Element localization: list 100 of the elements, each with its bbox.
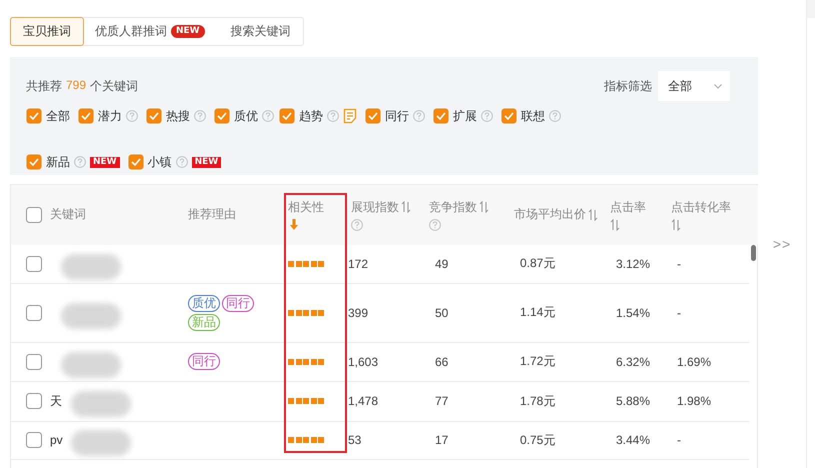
- table-cell: 1.98%: [677, 394, 712, 408]
- rating-square: [303, 398, 309, 404]
- checkbox[interactable]: [146, 108, 162, 124]
- help-icon[interactable]: [74, 156, 86, 168]
- rating-square: [310, 358, 316, 365]
- table-cell: 1,603: [348, 354, 378, 369]
- table-cell: -: [677, 433, 681, 448]
- rating-square: [296, 260, 302, 267]
- table-cell: 172: [348, 256, 368, 271]
- checkbox[interactable]: [433, 108, 449, 124]
- checkbox[interactable]: [26, 206, 42, 223]
- help-icon[interactable]: [413, 110, 425, 122]
- checkbox[interactable]: [26, 432, 42, 448]
- chevron-down-icon: [714, 84, 722, 89]
- reason-tag: 同行: [222, 294, 254, 312]
- rating-square: [310, 260, 316, 267]
- reason-tag: 同行: [188, 353, 220, 370]
- checkbox[interactable]: [501, 108, 517, 124]
- table-cell: 1.72元: [520, 353, 556, 370]
- table-cell: 77: [435, 394, 448, 408]
- table-cell: 66: [435, 354, 448, 369]
- rating-square: [288, 260, 294, 267]
- table-cell: -: [677, 256, 681, 271]
- checkbox[interactable]: [214, 108, 230, 124]
- rating-square: [288, 310, 294, 316]
- tab[interactable]: 优质人群推词 NEW: [82, 17, 218, 46]
- rating-square: [318, 310, 324, 316]
- tab[interactable]: 搜索关键词: [216, 17, 304, 46]
- table-cell: 3.44%: [616, 433, 650, 448]
- filter-label: 全部: [46, 108, 70, 125]
- rating-square: [318, 260, 324, 267]
- help-icon[interactable]: [327, 110, 339, 122]
- filter-label: 扩展: [453, 108, 477, 125]
- filter-label: 趋势: [299, 108, 323, 125]
- table-cell: 1,478: [348, 394, 378, 408]
- rating-square: [288, 437, 294, 444]
- filter-label: 热搜: [166, 108, 190, 125]
- column-header: 市场平均出价: [510, 184, 606, 245]
- new-badge: NEW: [192, 156, 222, 168]
- filter-label: 质优: [234, 108, 258, 125]
- column-header: 点击率: [606, 184, 667, 245]
- filter-label: 潜力: [98, 108, 122, 125]
- column-header: 推荐理由: [184, 184, 284, 245]
- checkbox[interactable]: [279, 108, 295, 124]
- checkbox[interactable]: [26, 154, 42, 170]
- reason-tag: 质优: [188, 294, 220, 312]
- checkbox[interactable]: [26, 393, 42, 410]
- sort-icon[interactable]: [588, 208, 598, 221]
- column-header: 关键词: [11, 184, 184, 245]
- checkbox[interactable]: [128, 154, 144, 170]
- filter-label: 新品: [46, 154, 70, 171]
- table-cell: 6.32%: [616, 354, 650, 369]
- sort-icon[interactable]: [610, 218, 620, 231]
- help-icon[interactable]: [549, 110, 561, 122]
- help-icon[interactable]: [429, 218, 441, 231]
- rating-square: [310, 437, 316, 444]
- column-header: 点击转化率: [667, 184, 749, 245]
- checkbox[interactable]: [26, 256, 42, 272]
- help-icon[interactable]: [176, 156, 188, 168]
- table-cell: 1.14元: [520, 304, 556, 322]
- sort-icon[interactable]: [479, 201, 489, 214]
- filter-label: 联想: [521, 108, 545, 125]
- rating-square: [318, 358, 324, 365]
- table-cell: 53: [348, 433, 362, 448]
- tab[interactable]: 宝贝推词: [10, 17, 84, 46]
- column-header: 展现指数: [347, 184, 425, 245]
- table-cell: 17: [435, 433, 448, 448]
- help-icon[interactable]: [126, 110, 138, 122]
- table-cell: 1.78元: [520, 392, 556, 410]
- rating-square: [303, 260, 309, 267]
- rating-square: [318, 437, 324, 444]
- summary-label: 个关键词: [90, 78, 138, 95]
- help-icon[interactable]: [351, 218, 363, 231]
- checkbox[interactable]: [26, 354, 42, 370]
- summary-label: 共推荐: [26, 78, 62, 95]
- checkbox[interactable]: [365, 108, 381, 124]
- new-badge: NEW: [171, 25, 205, 38]
- table-cell: -: [677, 306, 681, 320]
- checkbox[interactable]: [26, 108, 42, 124]
- table-cell: 5.88%: [616, 394, 650, 408]
- sort-icon[interactable]: [671, 218, 681, 231]
- metric-filter-label: 指标筛选: [604, 78, 652, 95]
- filter-label: 同行: [385, 108, 409, 125]
- note-icon[interactable]: [343, 108, 357, 124]
- rating-square: [303, 358, 309, 365]
- help-icon[interactable]: [262, 110, 274, 122]
- help-icon[interactable]: [481, 110, 493, 122]
- table-cell: 49: [435, 256, 448, 271]
- scrollbar-thumb[interactable]: [751, 244, 756, 261]
- keyword-count: 799: [66, 78, 86, 94]
- help-icon[interactable]: [194, 110, 206, 122]
- metric-dropdown[interactable]: 全部: [658, 71, 730, 102]
- checkbox[interactable]: [26, 304, 42, 321]
- sort-icon[interactable]: [401, 201, 411, 214]
- checkbox[interactable]: [78, 108, 94, 124]
- rating-square: [310, 310, 316, 316]
- rating-square: [296, 437, 302, 444]
- filter-label: 小镇: [148, 154, 172, 171]
- rating-square: [310, 398, 316, 404]
- table-cell: 0.87元: [520, 255, 556, 272]
